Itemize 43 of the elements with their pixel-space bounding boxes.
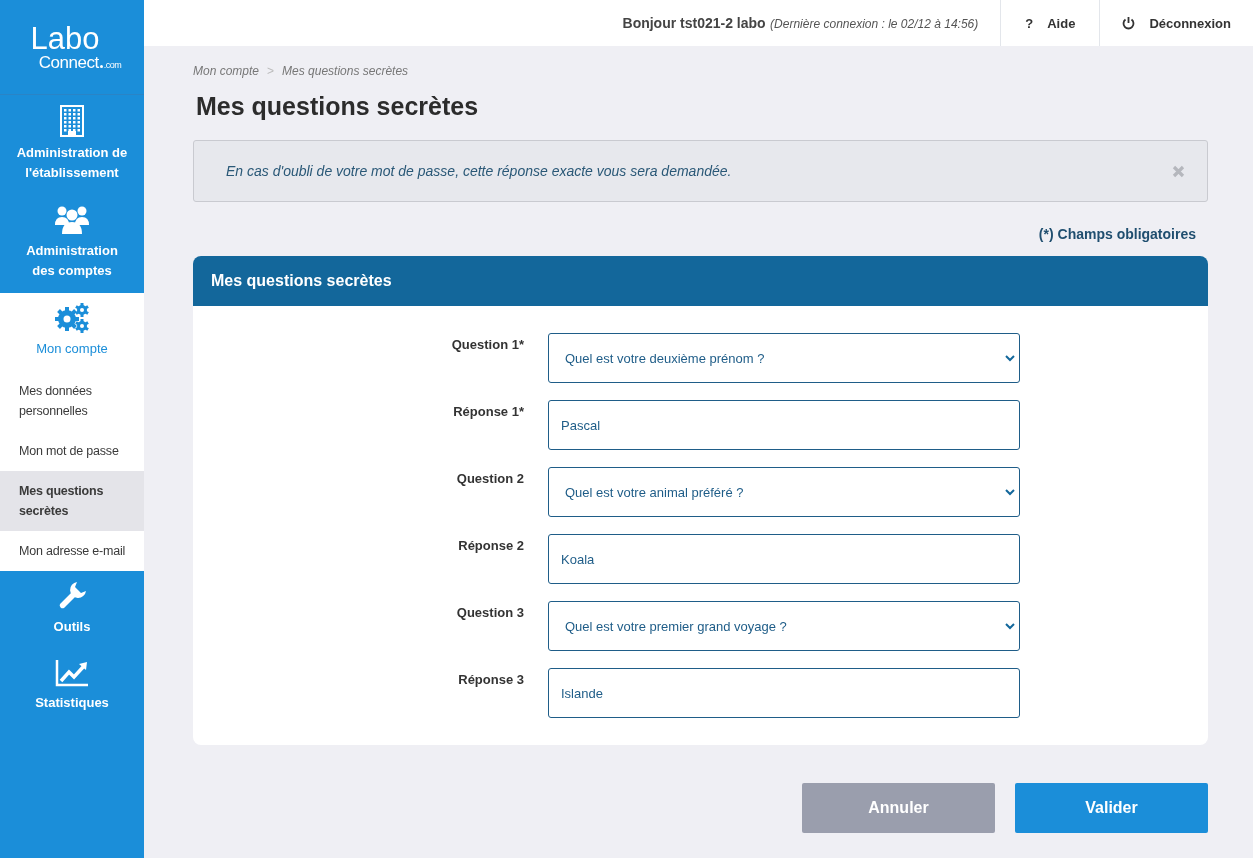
chevron-down-icon — [1005, 622, 1015, 630]
building-icon — [60, 105, 84, 137]
question-select[interactable]: Quel est votre deuxième prénom ? — [548, 333, 1020, 383]
alert-text: En cas d'oubli de votre mot de passe, cette réponse exacte vous sera demandée. — [226, 163, 732, 179]
nav-item[interactable]: Mon compte — [0, 293, 144, 371]
people-icon — [55, 205, 89, 235]
answer-field[interactable]: Pascal — [548, 400, 1020, 450]
answer-field[interactable]: Islande — [548, 668, 1020, 718]
question-select[interactable]: Quel est votre animal préféré ? — [548, 467, 1020, 517]
field-label: Question 3 — [455, 604, 524, 620]
gears-icon — [55, 303, 89, 333]
field-label: Réponse 2 — [457, 537, 524, 553]
submenu-item[interactable]: Mes données personnelles — [0, 371, 144, 431]
nav-item[interactable]: Administration de l'établissement — [0, 95, 144, 195]
submenu-item[interactable]: Mes questions secrètes — [0, 471, 144, 531]
required-note: (*) Champs obligatoires — [1038, 226, 1196, 242]
submenu-item[interactable]: Mon adresse e-mail — [0, 531, 144, 571]
wrench-icon — [57, 581, 87, 611]
question-select[interactable]: Quel est votre premier grand voyage ? — [548, 601, 1020, 651]
greeting-text: Bonjour tst021-2 labo — [622, 15, 766, 31]
breadcrumb-item[interactable]: Mon compte — [193, 64, 260, 78]
validate-button[interactable]: Valider — [1015, 783, 1208, 833]
nav-item[interactable]: Outils — [0, 571, 144, 649]
breadcrumb-separator: > — [267, 64, 275, 78]
field-label: Question 1* — [450, 336, 524, 352]
field-label: Question 2 — [455, 470, 524, 486]
chevron-down-icon — [1005, 354, 1015, 362]
page-title: Mes questions secrètes — [196, 92, 480, 121]
chevron-down-icon — [1005, 488, 1015, 496]
nav-item[interactable]: Statistiques — [0, 649, 144, 725]
panel-title: Mes questions secrètes — [211, 272, 392, 290]
logout-link[interactable]: Déconnexion — [1099, 0, 1253, 46]
field-label: Réponse 1* — [452, 403, 524, 419]
help-link[interactable]: ? Aide — [1000, 0, 1100, 46]
close-icon[interactable] — [1172, 164, 1185, 178]
answer-field[interactable]: Koala — [548, 534, 1020, 584]
last-login-text: (Dernière connexion : le 02/12 à 14:56) — [770, 17, 979, 31]
nav-item[interactable]: Administration des comptes — [0, 195, 144, 293]
power-icon — [1122, 16, 1136, 30]
breadcrumb-item[interactable]: Mes questions secrètes — [282, 64, 409, 78]
chart-icon — [55, 659, 89, 687]
field-label: Réponse 3 — [457, 671, 524, 687]
submenu-item[interactable]: Mon mot de passe — [0, 431, 144, 471]
